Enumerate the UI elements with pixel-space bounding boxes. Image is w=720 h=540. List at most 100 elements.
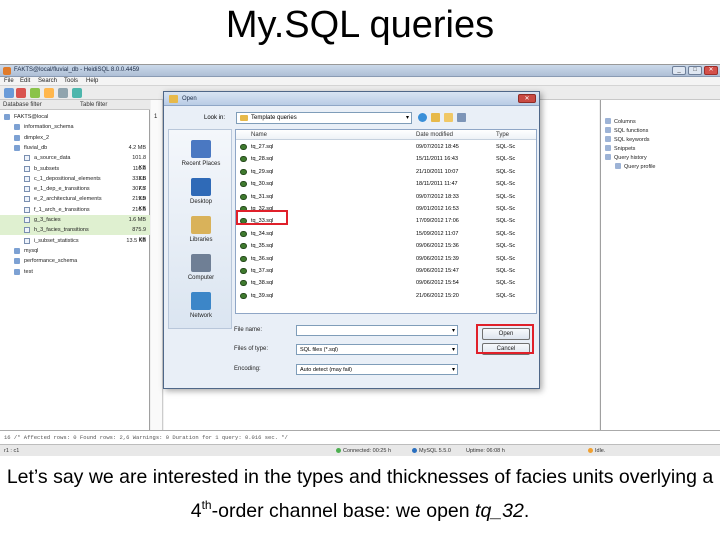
file-date: 15/11/2011 16:43 (416, 156, 459, 163)
table-filter-input[interactable]: Table filter (80, 102, 107, 108)
table-icon (24, 186, 30, 193)
place-computer[interactable]: Computer (169, 250, 233, 290)
place-libraries[interactable]: Libraries (169, 212, 233, 252)
tree-item[interactable]: FAKTS@local (0, 112, 150, 122)
idle-icon (588, 448, 593, 453)
helper-query-profile[interactable]: Query profile (615, 163, 656, 172)
helper-query-history[interactable]: Query history (605, 154, 647, 163)
folder-icon[interactable] (44, 88, 54, 98)
file-row[interactable]: tq_37.sql 09/06/2012 15:47 SQL-Sc (236, 265, 536, 277)
filetype-select[interactable]: SQL files (*.sql) ▾ (296, 344, 458, 355)
look-in-select[interactable]: Template queries ▾ (236, 112, 412, 124)
tree-item[interactable]: b_subsets 110.6 KB (0, 164, 150, 182)
tree-item[interactable]: a_source_data 101.8 KB (0, 153, 150, 171)
file-row[interactable]: tq_35.sql 09/06/2012 15:36 SQL-Sc (236, 240, 536, 252)
file-row[interactable]: tq_38.sql 09/06/2012 15:54 SQL-Sc (236, 277, 536, 289)
tree-item[interactable]: f_1_arch_e_transitions216.5 KB (0, 205, 150, 223)
minimize-icon[interactable]: _ (672, 66, 686, 75)
tree-item[interactable]: test (0, 267, 150, 277)
tree-item-label: information_schema (24, 124, 74, 131)
status-bar: r1 : c1 Connected: 00:25 h MySQL 5.5.0 U… (0, 444, 720, 456)
run-icon[interactable] (72, 88, 82, 98)
file-type: SQL-Sc (496, 268, 516, 274)
file-name: tq_31.sql (251, 193, 274, 200)
tree-item[interactable]: information_schema (0, 122, 150, 132)
menu-search[interactable]: Search (38, 78, 57, 84)
filename-input[interactable]: ▾ (296, 325, 458, 336)
highlight-tq32 (236, 210, 288, 225)
database-filter-input[interactable]: Database filter (3, 102, 42, 108)
column-date-modified[interactable]: Date modified (416, 132, 453, 138)
save-icon[interactable] (58, 88, 68, 98)
menu-help[interactable]: Help (86, 78, 98, 84)
tree-item[interactable]: e_2_architectural_elements 219.9 KB (0, 194, 150, 212)
file-date: 17/09/2012 17:06 (416, 218, 459, 225)
tree-item[interactable]: dimplex_2 (0, 133, 150, 143)
file-row[interactable]: tq_28.sql 15/11/2011 16:43 SQL-Sc (236, 153, 536, 165)
file-row[interactable]: tq_29.sql 21/10/2011 10:07 SQL-Sc (236, 166, 536, 178)
file-row[interactable]: tq_30.sql 18/11/2011 11:47 SQL-Sc (236, 178, 536, 190)
connect-icon[interactable] (4, 88, 14, 98)
menu-file[interactable]: File (4, 78, 14, 84)
maximize-icon[interactable]: □ (688, 66, 702, 75)
file-date: 09/06/2012 15:36 (416, 243, 459, 250)
column-type[interactable]: Type (496, 132, 509, 138)
file-name: tq_36.sql (251, 255, 274, 262)
tree-item[interactable]: fluvial_db 4.2 MB (0, 143, 150, 153)
file-row[interactable]: tq_36.sql 09/06/2012 15:39 SQL-Sc (236, 253, 536, 265)
place-network[interactable]: Network (169, 288, 233, 328)
file-row[interactable]: tq_34.sql 15/09/2012 11:07 SQL-Sc (236, 228, 536, 240)
helper-sql-keywords[interactable]: SQL keywords (605, 136, 650, 145)
tree-item-label: g_3_facies (34, 217, 61, 223)
close-icon[interactable]: ✕ (704, 66, 718, 75)
tree-item[interactable]: i_subset_statistics 13.5 KB (0, 236, 150, 246)
chevron-down-icon: ▾ (405, 115, 409, 121)
slide-title: My.SQL queries (225, 4, 495, 46)
dialog-title: Open (182, 96, 197, 102)
place-recent-places[interactable]: Recent Places (169, 136, 233, 176)
menu-edit[interactable]: Edit (20, 78, 30, 84)
place-desktop[interactable]: Desktop (169, 174, 233, 214)
tree-item[interactable]: performance_schema (0, 256, 150, 266)
computer-icon (191, 254, 211, 272)
chevron-down-icon: ▾ (451, 367, 455, 373)
file-row[interactable]: tq_27.sql 09/07/2012 18:45 SQL-Sc (236, 141, 536, 153)
status-position: r1 : c1 (4, 448, 20, 454)
network-icon (191, 292, 211, 310)
dialog-title-bar: Open ✕ (164, 92, 539, 106)
dialog-close-button[interactable]: ✕ (518, 94, 536, 103)
new-folder-icon[interactable] (444, 113, 453, 122)
helper-columns[interactable]: Columns (605, 118, 636, 127)
libraries-icon (191, 216, 211, 234)
helper-snippets[interactable]: Snippets (605, 145, 635, 154)
database-tree-panel: Database filter Table filter FAKTS@local… (0, 100, 150, 430)
disconnect-icon[interactable] (16, 88, 26, 98)
up-folder-icon[interactable] (431, 113, 440, 122)
sql-file-icon (240, 193, 247, 200)
sql-file-icon (240, 168, 247, 175)
file-name: tq_35.sql (251, 243, 274, 250)
tree-item-label: i_subset_statistics (34, 237, 79, 244)
tree-item-size: 1.6 MB (128, 217, 146, 223)
sql-file-icon (240, 280, 247, 287)
chevron-down-icon: ▾ (451, 328, 455, 334)
view-menu-icon[interactable] (457, 113, 466, 122)
file-row[interactable]: tq_39.sql 21/06/2012 15:20 SQL-Sc (236, 290, 536, 302)
menu-tools[interactable]: Tools (64, 78, 78, 84)
helper-sql-functions[interactable]: SQL functions (605, 127, 648, 136)
tree-item[interactable]: mysql (0, 246, 150, 256)
file-type: SQL-Sc (496, 243, 516, 250)
columns-icon (605, 118, 611, 124)
refresh-icon[interactable] (30, 88, 40, 98)
tree-item[interactable]: e_1_dep_e_transitions 307.7 KB (0, 184, 150, 202)
tree-item[interactable]: c_1_depositional_elements 333.8 KB (0, 174, 150, 192)
functions-icon (605, 127, 611, 133)
encoding-select[interactable]: Auto detect (may fail) ▾ (296, 364, 458, 375)
tree-item[interactable]: g_3_facies 1.6 MB (0, 215, 150, 225)
column-name[interactable]: Name (251, 132, 267, 138)
line-number: 1 (154, 114, 158, 120)
back-icon[interactable] (418, 113, 427, 122)
server-icon (412, 448, 417, 453)
tree-item[interactable]: h_3_facies_transitions 875.9 KB (0, 225, 150, 243)
file-row[interactable]: tq_31.sql 09/07/2012 18:33 SQL-Sc (236, 191, 536, 203)
